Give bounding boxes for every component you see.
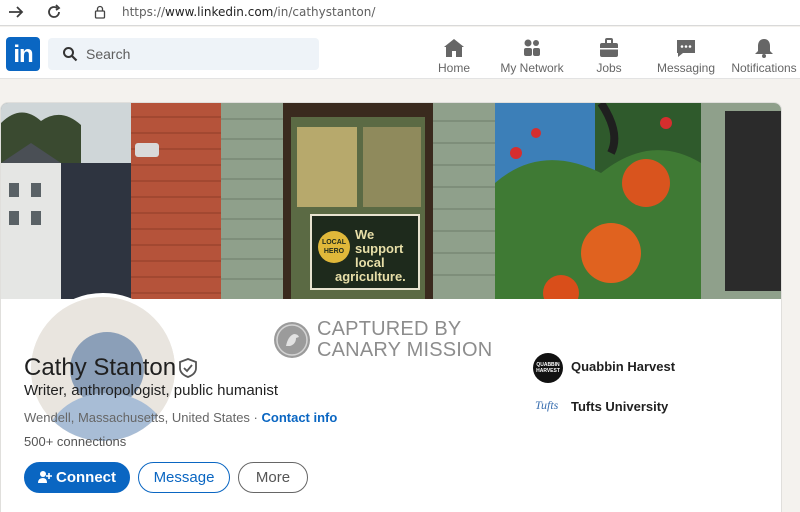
watermark-stamp: CAPTURED BY CANARY MISSION bbox=[274, 319, 504, 365]
back-arrow-icon[interactable] bbox=[6, 3, 26, 23]
nav-jobs[interactable]: Jobs bbox=[586, 33, 632, 77]
connections-count[interactable]: 500+ connections bbox=[24, 434, 126, 449]
nav-notifications-label: Notifications bbox=[731, 61, 797, 75]
linkedin-logo[interactable]: in bbox=[6, 37, 40, 71]
org-quabbin-harvest[interactable]: QUABBIN HARVEST Quabbin Harvest bbox=[533, 353, 773, 383]
cover-photo: LOCAL HERO We support local agriculture. bbox=[1, 103, 781, 299]
search-icon bbox=[63, 47, 78, 62]
nav-my-network-label: My Network bbox=[500, 61, 564, 75]
linkedin-navbar: in Home My Network Jobs Messaging bbox=[0, 27, 800, 79]
nav-messaging-label: Messaging bbox=[656, 61, 716, 75]
nav-jobs-label: Jobs bbox=[596, 61, 622, 75]
add-person-icon bbox=[38, 470, 52, 483]
tufts-logo: Tufts bbox=[535, 398, 559, 412]
contact-info-link[interactable]: Contact info bbox=[262, 410, 338, 425]
sign-line-3: local bbox=[355, 255, 385, 270]
bell-icon bbox=[755, 39, 773, 58]
profile-location-row: Wendell, Massachusetts, United States · … bbox=[24, 410, 337, 425]
more-button[interactable]: More bbox=[238, 462, 308, 493]
briefcase-icon bbox=[600, 38, 618, 57]
address-bar[interactable]: https://www.linkedin.com/in/cathystanton… bbox=[122, 5, 375, 19]
url-path: /in/cathystanton/ bbox=[273, 5, 376, 19]
connect-button[interactable]: Connect bbox=[24, 462, 130, 493]
sticker-text-2: HERO bbox=[324, 248, 345, 255]
search-box[interactable] bbox=[48, 38, 319, 70]
profile-card: LOCAL HERO We support local agriculture. bbox=[0, 102, 782, 512]
lock-icon bbox=[94, 5, 106, 19]
url-domain: www.linkedin.com bbox=[165, 5, 274, 19]
network-icon bbox=[524, 39, 540, 56]
location-separator: · bbox=[249, 410, 262, 425]
org-tufts-university[interactable]: Tufts Tufts University bbox=[533, 393, 773, 421]
nav-my-network[interactable]: My Network bbox=[496, 33, 568, 77]
org-name-tufts: Tufts University bbox=[571, 399, 669, 414]
quabbin-harvest-logo: QUABBIN HARVEST bbox=[533, 353, 563, 383]
reload-icon[interactable] bbox=[44, 3, 64, 23]
connect-label: Connect bbox=[56, 469, 116, 486]
nav-notifications[interactable]: Notifications bbox=[730, 33, 798, 77]
profile-name: Cathy Stanton bbox=[24, 354, 177, 381]
nav-home-label: Home bbox=[437, 61, 470, 75]
chat-icon bbox=[677, 40, 695, 57]
verified-shield-icon[interactable] bbox=[177, 357, 199, 379]
sign-line-2: support bbox=[355, 241, 404, 256]
sign-line-1: We bbox=[355, 227, 374, 242]
nav-messaging[interactable]: Messaging bbox=[654, 33, 718, 77]
sticker-text-1: LOCAL bbox=[322, 239, 347, 246]
message-button[interactable]: Message bbox=[138, 462, 230, 493]
sign-line-4: agriculture. bbox=[335, 269, 406, 284]
org-name-quabbin: Quabbin Harvest bbox=[571, 359, 676, 374]
browser-toolbar: https://www.linkedin.com/in/cathystanton… bbox=[0, 0, 800, 26]
watermark-line-2: CANARY MISSION bbox=[317, 339, 493, 361]
watermark-line-1: CAPTURED BY bbox=[317, 318, 462, 340]
profile-location: Wendell, Massachusetts, United States bbox=[24, 410, 250, 425]
canary-icon bbox=[274, 322, 310, 358]
search-input[interactable] bbox=[86, 38, 306, 70]
nav-home[interactable]: Home bbox=[432, 33, 476, 77]
watermark-text: CAPTURED BY CANARY MISSION bbox=[317, 319, 492, 361]
home-icon bbox=[444, 39, 464, 57]
profile-headline: Writer, anthropologist, public humanist bbox=[24, 382, 279, 399]
url-prefix: https:// bbox=[122, 5, 166, 19]
